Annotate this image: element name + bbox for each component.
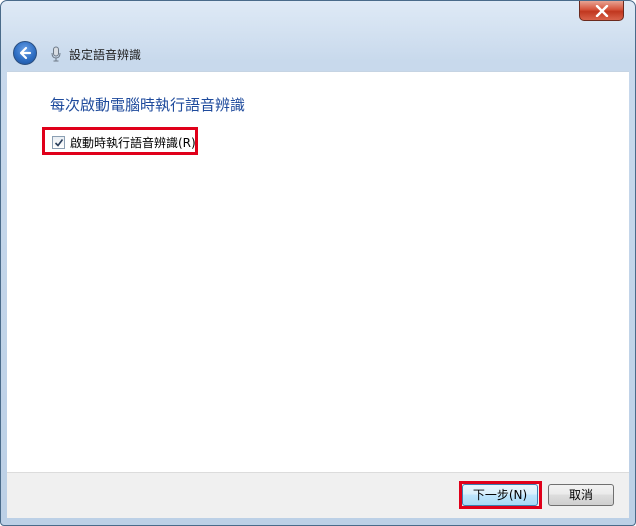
close-button[interactable] xyxy=(579,1,624,21)
back-arrow-icon xyxy=(19,46,32,60)
back-button[interactable] xyxy=(13,41,37,65)
run-at-startup-checkbox[interactable] xyxy=(52,136,65,149)
microphone-icon xyxy=(51,46,61,62)
navigation-bar: 設定語音辨識 xyxy=(7,31,629,71)
cancel-button[interactable]: 取消 xyxy=(548,484,614,506)
checkmark-icon xyxy=(54,139,64,147)
title-bar xyxy=(1,1,635,31)
content-panel: 每次啟動電腦時執行語音辨識 啟動時執行語音辨識(R) xyxy=(7,71,629,472)
run-at-startup-label[interactable]: 啟動時執行語音辨識(R) xyxy=(70,134,196,151)
page-heading: 每次啟動電腦時執行語音辨識 xyxy=(50,96,246,114)
close-icon xyxy=(595,5,609,17)
wizard-title: 設定語音辨識 xyxy=(69,48,142,62)
wizard-window: 設定語音辨識 每次啟動電腦時執行語音辨識 啟動時執行語音辨識(R) 下一步(N)… xyxy=(0,0,636,526)
next-button[interactable]: 下一步(N) xyxy=(462,484,538,506)
button-bar: 下一步(N) 取消 xyxy=(7,472,629,518)
